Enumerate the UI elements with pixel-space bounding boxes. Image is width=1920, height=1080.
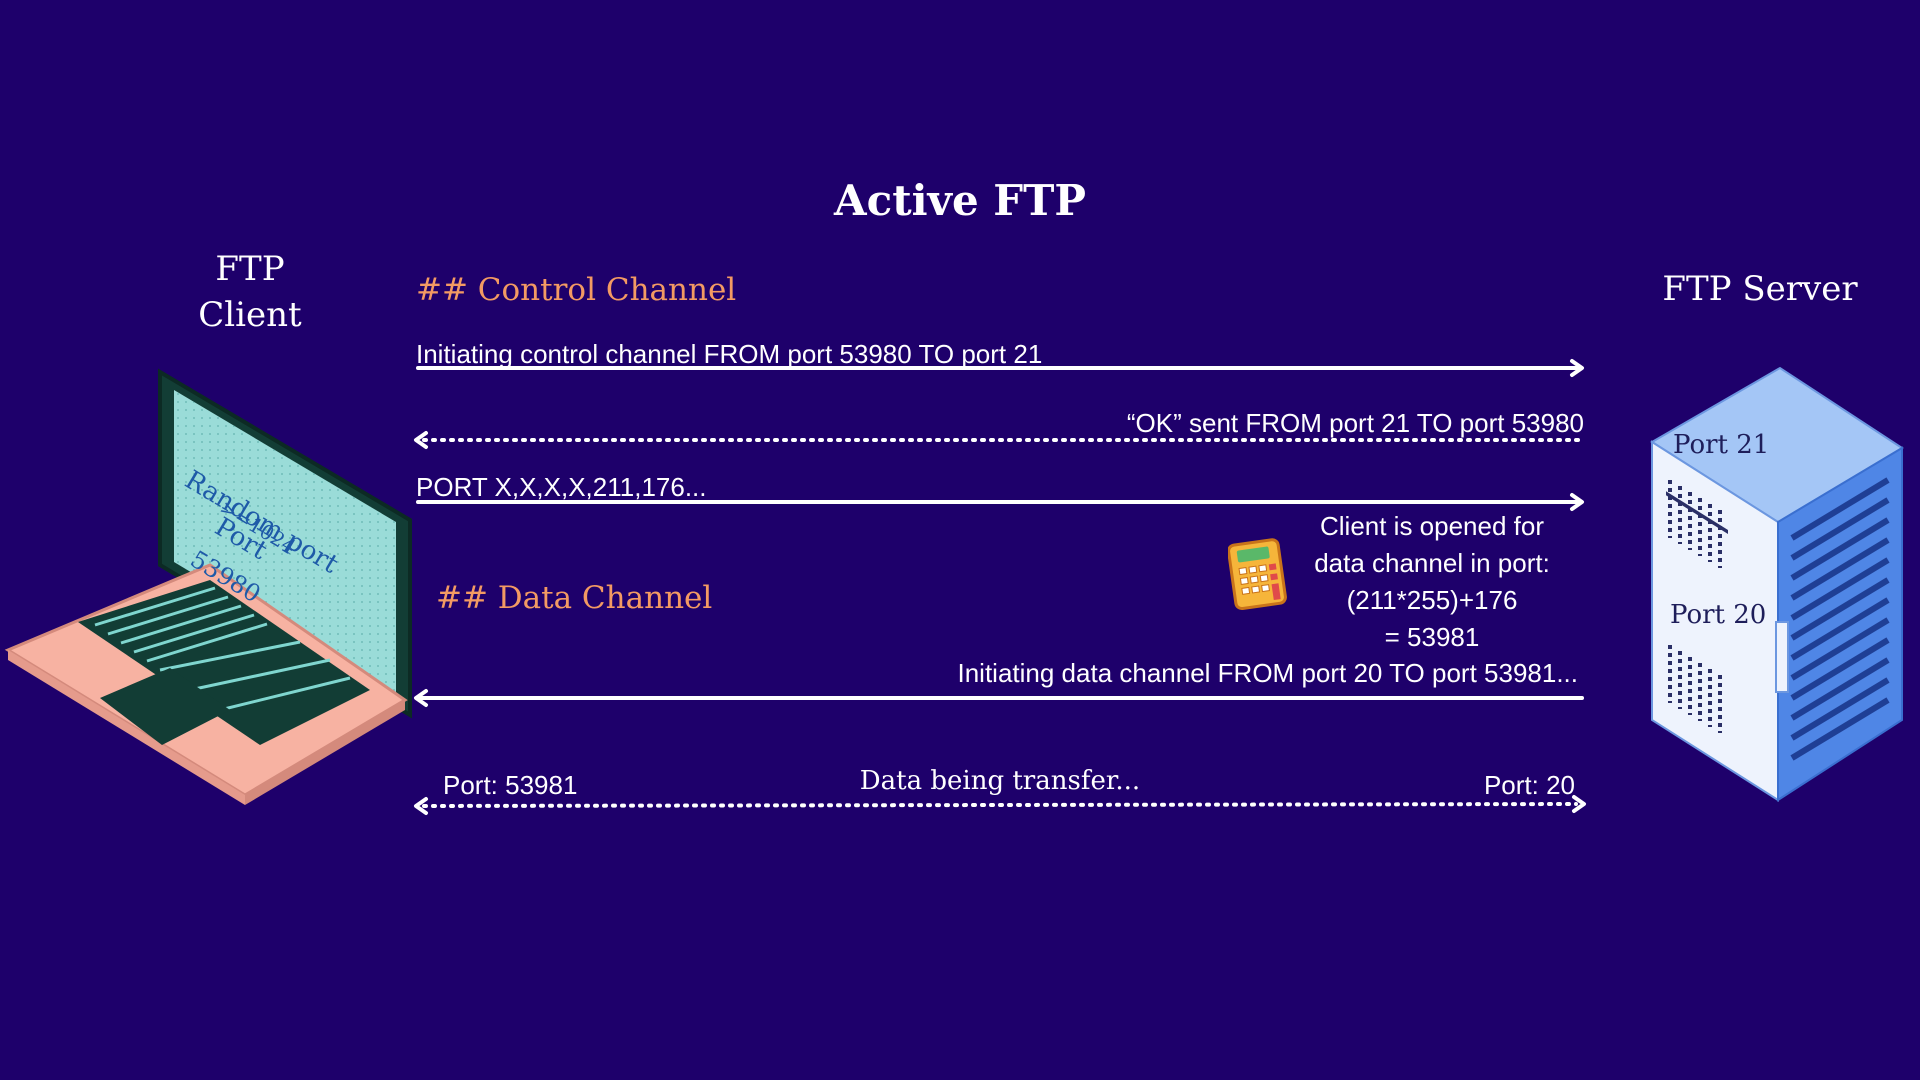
- arrow-data-transfer: [414, 795, 1586, 815]
- arrows-layer: [414, 359, 1586, 815]
- arrow-initiate-data: [414, 689, 1584, 707]
- arrow-port-command: [416, 493, 1584, 511]
- arrow-ok-response: [414, 431, 1584, 449]
- arrow-initiate-control: [416, 359, 1584, 377]
